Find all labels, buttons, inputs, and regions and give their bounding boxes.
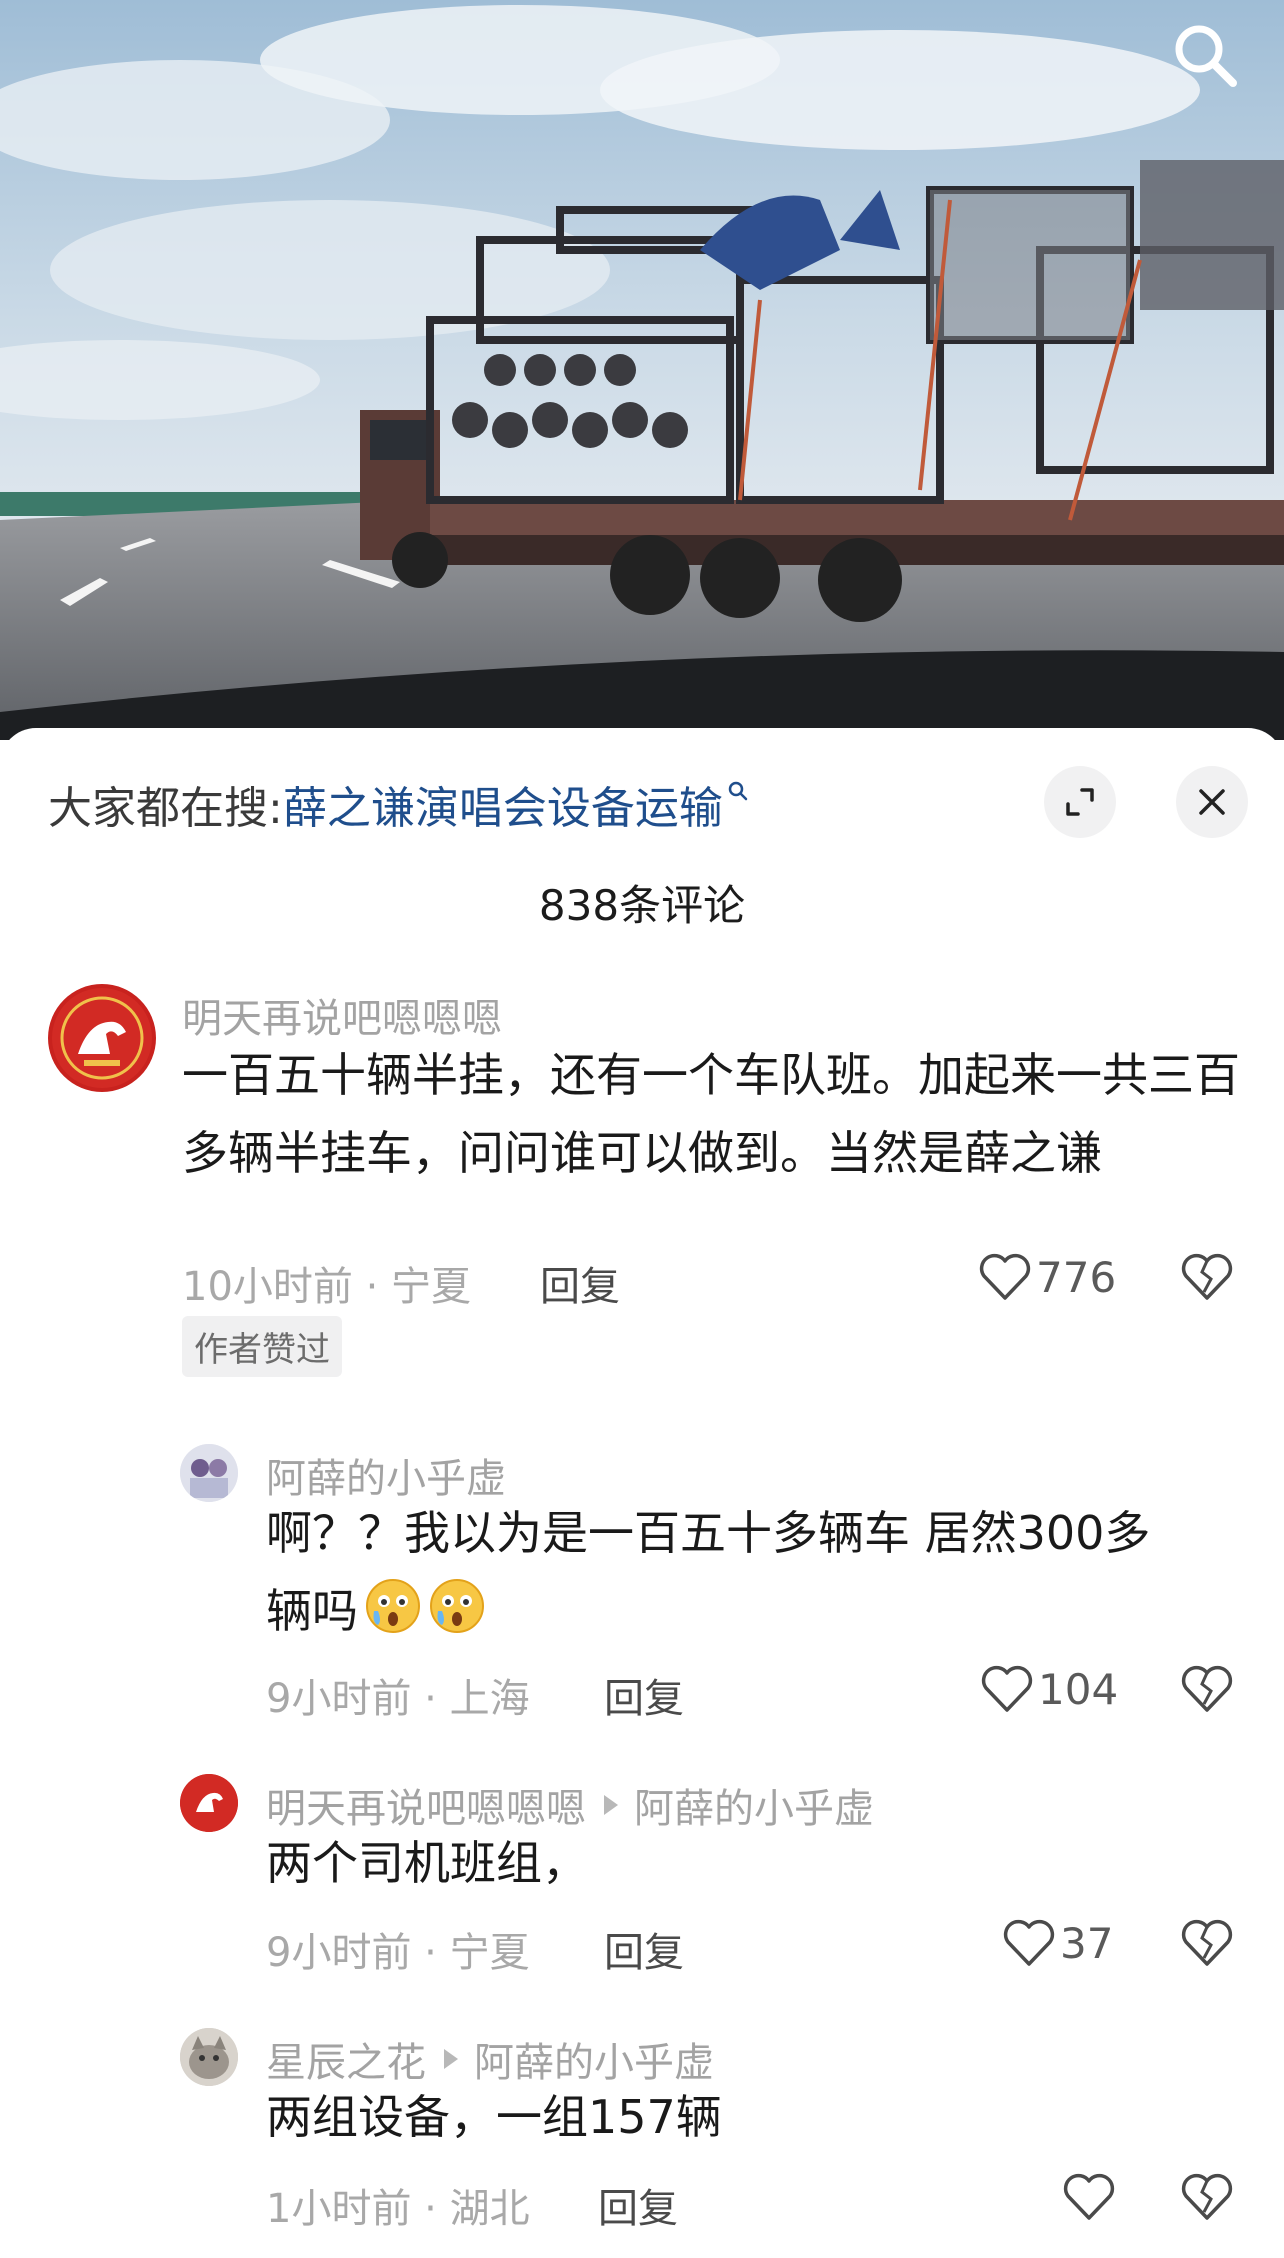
like-button[interactable]: 37 bbox=[1002, 1918, 1113, 1968]
dislike-button[interactable] bbox=[1180, 1664, 1234, 1718]
broken-heart-icon bbox=[1181, 2173, 1233, 2220]
like-button[interactable]: 776 bbox=[978, 1252, 1116, 1302]
video-frame bbox=[0, 0, 1284, 740]
reply-button[interactable]: 回复 bbox=[604, 1920, 684, 1978]
video-player[interactable] bbox=[0, 0, 1284, 740]
like-button[interactable] bbox=[1062, 2172, 1120, 2222]
heart-icon bbox=[1003, 1919, 1055, 1966]
shocked-emoji-icon bbox=[364, 1577, 422, 1658]
avatar[interactable] bbox=[180, 1444, 238, 1502]
comment-text-line: 辆吗 bbox=[266, 1572, 1256, 1658]
search-icon bbox=[1175, 25, 1237, 87]
dislike-button[interactable] bbox=[1180, 1918, 1234, 1972]
reply-arrow-icon bbox=[604, 1795, 618, 1815]
broken-heart-icon bbox=[1181, 1919, 1233, 1966]
avatar[interactable] bbox=[180, 1774, 238, 1832]
reply-button[interactable]: 回复 bbox=[598, 2176, 678, 2234]
dislike-button[interactable] bbox=[1180, 2172, 1234, 2226]
comment-meta: 9小时前 · 上海 bbox=[266, 1676, 530, 1722]
heart-icon bbox=[1063, 2173, 1115, 2220]
comment-meta: 9小时前 · 宁夏 bbox=[266, 1930, 530, 1976]
comment-item: 阿薛的小乎虚 啊？？我以为是一百五十多辆车 居然300多 辆吗 9小时前 · 上… bbox=[0, 1444, 1284, 1804]
hot-search-bar: 大家都在搜: 薛之谦演唱会设备运输 bbox=[48, 774, 749, 834]
reply-button[interactable]: 回复 bbox=[604, 1666, 684, 1724]
broken-heart-icon bbox=[1181, 1253, 1233, 1300]
reply-button[interactable]: 回复 bbox=[540, 1254, 620, 1312]
heart-icon bbox=[979, 1253, 1031, 1300]
reply-arrow-icon bbox=[444, 2049, 458, 2069]
hot-search-label: 大家都在搜: bbox=[48, 783, 283, 834]
close-button[interactable] bbox=[1176, 766, 1248, 838]
shocked-emoji-icon bbox=[428, 1577, 486, 1658]
comment-text-line: 啊？？我以为是一百五十多辆车 居然300多 bbox=[266, 1506, 1151, 1560]
search-button[interactable] bbox=[1160, 10, 1250, 100]
comment-item: 明天再说吧嗯嗯嗯 阿薛的小乎虚 两个司机班组， 9小时前 · 宁夏 回复 37 bbox=[0, 1774, 1284, 2014]
like-button[interactable]: 104 bbox=[980, 1664, 1118, 1714]
like-count: 776 bbox=[1036, 1252, 1117, 1302]
comment-item: 星辰之花 阿薛的小乎虚 两组设备，一组157辆 1小时前 · 湖北 回复 bbox=[0, 2028, 1284, 2258]
close-icon bbox=[1199, 789, 1225, 815]
dislike-button[interactable] bbox=[1180, 1252, 1234, 1306]
like-count: 37 bbox=[1060, 1918, 1114, 1968]
broken-heart-icon bbox=[1181, 1665, 1233, 1712]
comment-text: 一百五十辆半挂，还有一个车队班。加起来一共三百多辆半挂车，问问谁可以做到。当然是… bbox=[182, 1048, 1240, 1180]
avatar[interactable] bbox=[48, 984, 156, 1092]
avatar[interactable] bbox=[180, 2028, 238, 2086]
hot-search-link[interactable]: 薛之谦演唱会设备运输 bbox=[283, 772, 723, 836]
hot-search-link-icon bbox=[727, 780, 749, 806]
comment-meta: 10小时前 · 宁夏 bbox=[182, 1264, 472, 1310]
like-count: 104 bbox=[1038, 1664, 1119, 1714]
comment-text: 啊？？我以为是一百五十多辆车 居然300多 辆吗 bbox=[266, 1494, 1256, 1658]
comment-meta: 1小时前 · 湖北 bbox=[266, 2186, 530, 2232]
heart-icon bbox=[981, 1665, 1033, 1712]
comment-item: 明天再说吧嗯嗯嗯 一百五十辆半挂，还有一个车队班。加起来一共三百多辆半挂车，问问… bbox=[0, 984, 1284, 1424]
comment-count: 838条评论 bbox=[538, 881, 746, 930]
expand-icon bbox=[1066, 788, 1094, 816]
comment-text: 两组设备，一组157辆 bbox=[266, 2090, 722, 2144]
author-liked-tag: 作者赞过 bbox=[182, 1316, 342, 1377]
comment-sheet: 大家都在搜: 薛之谦演唱会设备运输 838条评论 明天再说吧嗯嗯嗯 一百五十辆半… bbox=[0, 728, 1284, 2258]
comment-text-tail: 辆吗 bbox=[266, 1584, 358, 1638]
comment-text: 两个司机班组， bbox=[266, 1836, 588, 1890]
expand-button[interactable] bbox=[1044, 766, 1116, 838]
